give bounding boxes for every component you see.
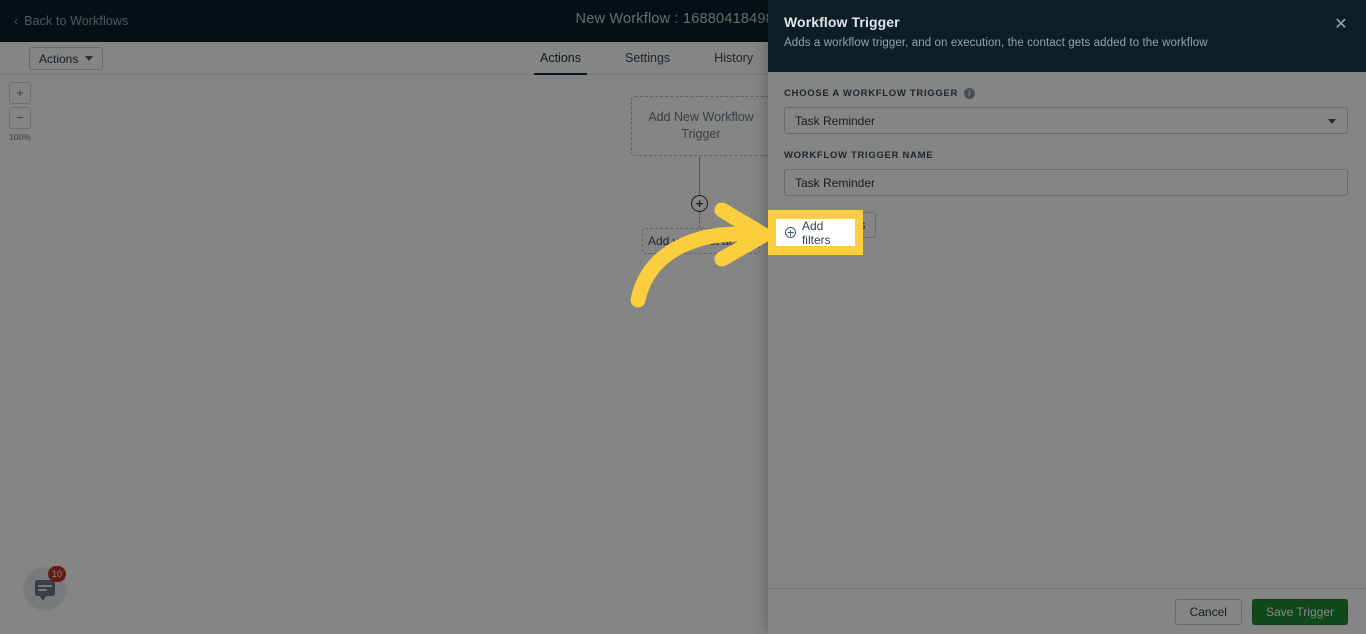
- trigger-name-label: WORKFLOW TRIGGER NAME: [784, 150, 1348, 161]
- workflow-trigger-select[interactable]: Task Reminder: [784, 107, 1348, 134]
- chevron-down-icon: [1328, 119, 1336, 124]
- choose-trigger-label-text: CHOOSE A WORKFLOW TRIGGER: [784, 88, 959, 99]
- app-root: ‹ Back to Workflows New Workflow : 16880…: [0, 0, 1366, 634]
- workflow-trigger-select-value: Task Reminder: [795, 113, 876, 128]
- zoom-out-button[interactable]: −: [9, 107, 31, 129]
- highlighted-add-filters-label: Add filters: [801, 218, 831, 247]
- add-step-plus-icon[interactable]: +: [691, 195, 708, 212]
- zoom-controls: + − 100%: [9, 82, 31, 142]
- add-new-workflow-trigger-node[interactable]: Add New Workflow Trigger: [631, 96, 771, 156]
- panel-body: CHOOSE A WORKFLOW TRIGGER i Task Reminde…: [768, 72, 1366, 588]
- actions-dropdown-label: Actions: [39, 51, 79, 66]
- workflow-trigger-panel: Workflow Trigger Adds a workflow trigger…: [768, 0, 1366, 634]
- chat-unread-badge: 10: [48, 566, 67, 582]
- chat-bubble-icon: [35, 580, 55, 601]
- workflow-trigger-name-value: Task Reminder: [795, 175, 876, 190]
- tab-actions[interactable]: Actions: [534, 42, 587, 75]
- info-icon[interactable]: i: [964, 88, 976, 99]
- choose-trigger-label: CHOOSE A WORKFLOW TRIGGER i: [784, 88, 1348, 99]
- node-connector-line-dashed: [699, 212, 700, 228]
- plus-circle-icon: [785, 227, 796, 238]
- workflow-trigger-name-input[interactable]: Task Reminder: [784, 169, 1348, 196]
- cancel-button[interactable]: Cancel: [1174, 598, 1242, 625]
- zoom-in-button[interactable]: +: [9, 82, 31, 104]
- panel-title: Workflow Trigger: [784, 14, 900, 30]
- add-first-action-node[interactable]: Add your first action: [642, 228, 760, 254]
- tab-history[interactable]: History: [714, 42, 753, 75]
- tab-settings[interactable]: Settings: [625, 42, 670, 75]
- node-connector-line: [699, 156, 700, 196]
- panel-header: Workflow Trigger Adds a workflow trigger…: [768, 0, 1366, 72]
- actions-dropdown-button[interactable]: Actions: [29, 47, 104, 70]
- trigger-name-label-text: WORKFLOW TRIGGER NAME: [784, 150, 934, 161]
- close-icon[interactable]: ✕: [1332, 16, 1350, 34]
- chevron-down-icon: [85, 56, 94, 61]
- zoom-level-label: 100%: [9, 132, 31, 142]
- save-trigger-button[interactable]: Save Trigger: [1251, 598, 1348, 625]
- panel-footer: Cancel Save Trigger: [768, 588, 1366, 634]
- tab-bar: Actions Settings History: [534, 42, 753, 75]
- panel-subtitle: Adds a workflow trigger, and on executio…: [784, 37, 1208, 49]
- highlighted-add-filters-button[interactable]: Add filters: [776, 218, 855, 247]
